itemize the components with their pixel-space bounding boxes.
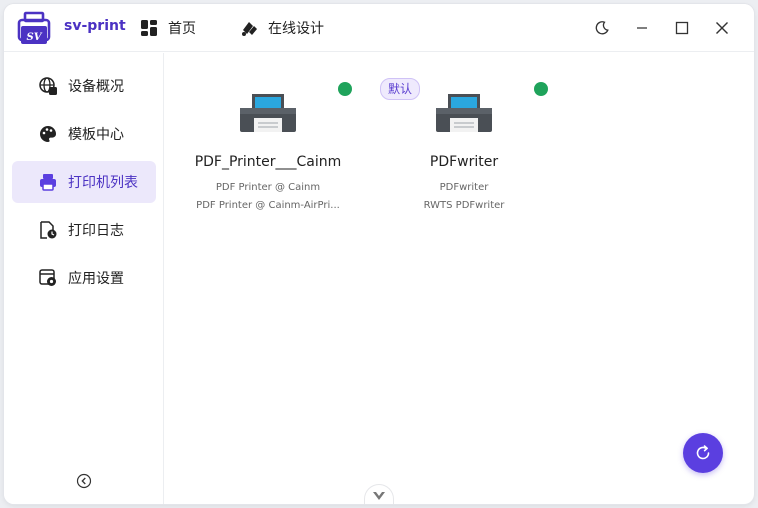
theme-toggle-button[interactable]: [590, 16, 614, 40]
refresh-icon: [696, 445, 710, 460]
bottom-panel-handle[interactable]: [364, 484, 394, 504]
nav-home[interactable]: 首页: [140, 16, 196, 40]
default-badge: 默认: [380, 78, 421, 100]
sidebar-item-label: 打印日志: [68, 223, 124, 239]
sidebar-item-label: 模板中心: [68, 127, 124, 143]
sidebar-item-app-settings[interactable]: 应用设置: [12, 257, 156, 299]
close-icon: [716, 22, 728, 34]
dashboard-icon: [141, 20, 157, 36]
sidebar-item-label: 设备概况: [68, 79, 124, 95]
status-online-dot: [534, 82, 548, 96]
svg-text:SV: SV: [27, 32, 43, 43]
settings-window-icon: [39, 269, 56, 286]
printer-name: PDFwriter: [429, 154, 499, 170]
printer-description: PDFwriter: [439, 182, 489, 193]
sidebar: 设备概况 模板中心 打印机列表 打印日志 应用设置: [4, 53, 164, 504]
nav-design[interactable]: 在线设计: [240, 16, 324, 40]
maximize-button[interactable]: [670, 16, 694, 40]
printer-device-icon: [436, 94, 492, 132]
sidebar-item-label: 打印机列表: [68, 175, 138, 191]
chevron-down-icon: [373, 491, 385, 500]
sidebar-item-print-log[interactable]: 打印日志: [12, 209, 156, 251]
design-icon: [242, 22, 257, 36]
app-logo-icon: SV: [17, 11, 51, 44]
maximize-icon: [675, 21, 689, 35]
sidebar-item-template-center[interactable]: 模板中心: [12, 113, 156, 155]
close-button[interactable]: [710, 16, 734, 40]
status-online-dot: [338, 82, 352, 96]
sidebar-item-printer-list[interactable]: 打印机列表: [12, 161, 156, 203]
app-name: sv-print: [64, 18, 126, 34]
moon-icon: [595, 21, 609, 35]
minimize-button[interactable]: [630, 16, 654, 40]
printer-icon: [40, 174, 56, 191]
app-window: SV sv-print 首页 在线设计 设备概况 模板中心 打印机列表 打印日志…: [4, 4, 754, 504]
sidebar-item-device-overview[interactable]: 设备概况: [12, 65, 156, 107]
printer-device-icon: [240, 94, 296, 132]
minimize-icon: [637, 27, 647, 29]
printer-description: PDF Printer @ Cainm: [215, 182, 321, 193]
title-bar: SV sv-print 首页 在线设计: [4, 4, 754, 52]
printer-card[interactable]: 默认 PDFwriter PDFwriter RWTS PDFwriter: [364, 76, 564, 216]
globe-device-icon: [39, 77, 57, 95]
printer-name: PDF_Printer___Cainm: [194, 154, 342, 170]
nav-design-label: 在线设计: [268, 21, 324, 37]
printer-card[interactable]: PDF_Printer___Cainm PDF Printer @ Cainm …: [168, 76, 368, 216]
printer-location: RWTS PDFwriter: [423, 200, 505, 211]
log-file-icon: [40, 221, 57, 239]
sidebar-item-label: 应用设置: [68, 271, 124, 287]
refresh-button[interactable]: [683, 433, 723, 473]
collapse-sidebar-icon[interactable]: [76, 473, 92, 489]
nav-home-label: 首页: [168, 21, 196, 37]
printer-location: PDF Printer @ Cainm-AirPri...: [196, 200, 340, 211]
palette-icon: [40, 126, 57, 142]
